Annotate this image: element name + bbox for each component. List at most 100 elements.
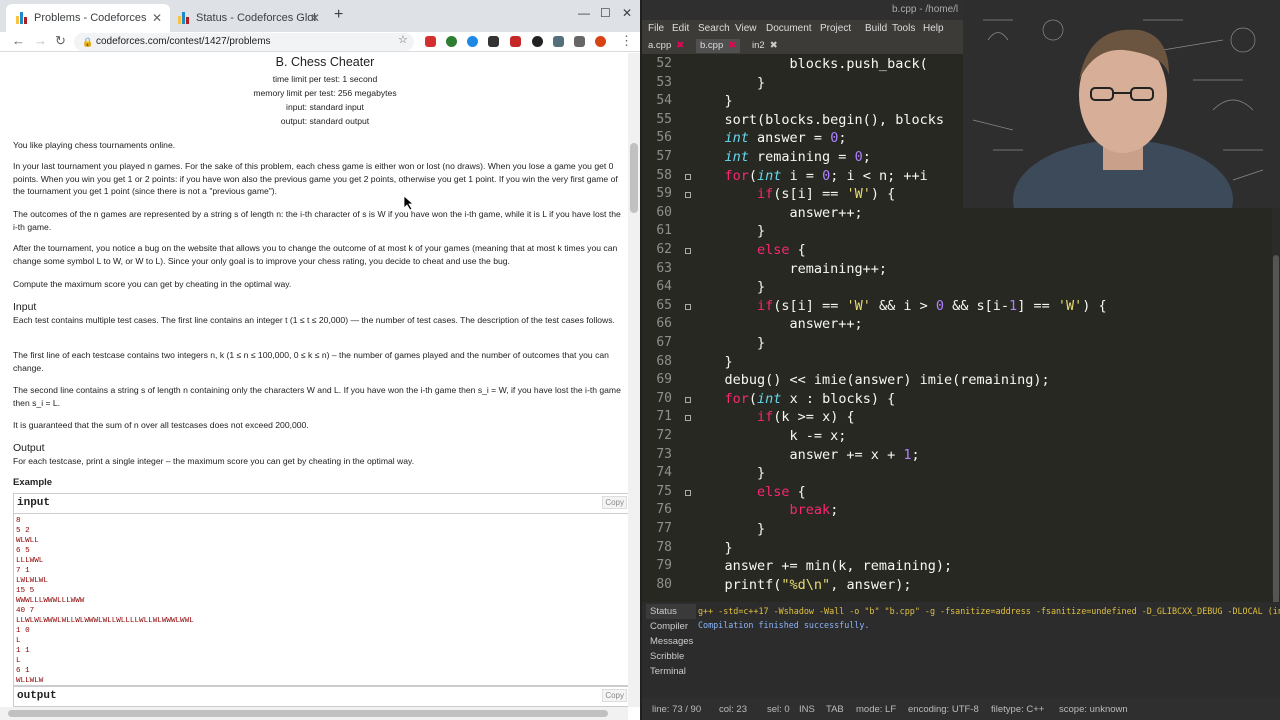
line-number: 76	[656, 502, 672, 518]
fold-marker-icon[interactable]	[685, 192, 691, 199]
fold-marker-icon[interactable]	[685, 173, 691, 180]
github-extension-icon[interactable]	[532, 36, 543, 47]
extensions-puzzle-icon[interactable]	[574, 36, 585, 47]
panel-tab-terminal[interactable]: Terminal	[646, 664, 696, 679]
browser-window: Problems - Codeforces ✕ Status - Codefor…	[0, 0, 640, 720]
browser-tab-problems[interactable]: Problems - Codeforces ✕	[6, 4, 170, 32]
page-vertical-scrollbar[interactable]	[628, 53, 640, 707]
mouse-cursor-icon	[404, 196, 414, 210]
code-line: answer++;	[692, 204, 863, 221]
close-file-icon[interactable]: ✖	[728, 40, 736, 51]
status-col: col: 23	[719, 704, 747, 715]
close-tab-icon[interactable]: ✕	[310, 11, 320, 25]
line-number: 59	[656, 186, 672, 202]
compiler-result: Compilation finished successfully.	[698, 620, 870, 630]
line-number: 78	[656, 539, 672, 555]
adblock-extension-icon[interactable]	[425, 36, 436, 47]
line-number: 57	[656, 149, 672, 164]
line-number: 68	[656, 353, 672, 369]
url-bar[interactable]: 🔒 codeforces.com/contest/1427/problems	[74, 33, 414, 51]
file-tab-a[interactable]: a.cpp ✖	[644, 39, 688, 53]
browser-tab-status[interactable]: Status - Codeforces Glob ✕	[168, 4, 328, 32]
code-line: for(int i = 0; i < n; ++i	[724, 167, 928, 184]
line-number: 74	[656, 465, 672, 481]
menu-file[interactable]: File	[648, 23, 664, 34]
close-file-icon[interactable]: ✖	[770, 40, 778, 51]
fold-marker-icon[interactable]	[685, 396, 691, 403]
code-line: }	[692, 353, 733, 370]
extension-icon[interactable]	[446, 36, 457, 47]
line-number: 80	[656, 576, 672, 592]
file-tab-b[interactable]: b.cpp ✖	[696, 39, 741, 53]
back-arrow-icon[interactable]: ←	[12, 33, 25, 48]
copy-input-button[interactable]: Copy	[602, 496, 627, 509]
panel-tab-scribble[interactable]: Scribble	[646, 649, 696, 664]
extension-icon[interactable]	[488, 36, 499, 47]
input-spec-paragraph: Each test contains multiple test cases. …	[13, 315, 615, 325]
close-file-icon[interactable]: ✖	[676, 40, 684, 51]
statement-paragraph: After the tournament, you notice a bug o…	[13, 243, 618, 266]
maximize-icon[interactable]: ☐	[600, 6, 611, 20]
line-number: 75	[656, 483, 672, 499]
minimize-icon[interactable]: —	[578, 6, 590, 20]
bookmark-star-icon[interactable]: ☆	[398, 33, 408, 46]
editor-statusbar: line: 73 / 90 col: 23 sel: 0 INS TAB mod…	[642, 698, 1280, 720]
input-heading: Input	[13, 301, 37, 313]
file-tab-in2[interactable]: in2 ✖	[748, 39, 782, 53]
page-horizontal-scrollbar[interactable]	[0, 707, 628, 720]
code-line: }	[692, 74, 766, 91]
menu-search[interactable]: Search	[698, 23, 730, 34]
menu-edit[interactable]: Edit	[672, 23, 689, 34]
status-scope: scope: unknown	[1059, 704, 1128, 715]
status-mode: mode: LF	[856, 704, 897, 715]
grammarly-extension-icon[interactable]	[467, 36, 478, 47]
menu-build[interactable]: Build	[865, 23, 887, 34]
sample-input-label: input	[14, 494, 628, 514]
webcam-overlay	[963, 0, 1280, 208]
copy-output-button[interactable]: Copy	[602, 689, 627, 702]
input-spec-paragraph: The first line of each testcase contains…	[13, 350, 609, 373]
menu-tools[interactable]: Tools	[892, 23, 915, 34]
profile-avatar[interactable]	[595, 36, 606, 47]
sample-input-box: input Copy 8 5 2 WLWLL 6 5 LLLWWL 7 1 LW…	[13, 493, 628, 686]
statement-paragraph: Compute the maximum score you can get by…	[13, 279, 292, 289]
fold-marker-icon[interactable]	[685, 415, 691, 422]
menu-view[interactable]: View	[735, 23, 757, 34]
line-number: 70	[656, 390, 672, 406]
codeforces-favicon	[178, 12, 190, 24]
time-limit: time limit per test: 1 second	[272, 74, 378, 84]
kebab-menu-icon[interactable]: ⋮	[620, 33, 633, 49]
output-file: output: standard output	[280, 116, 370, 126]
code-line: int answer = 0;	[724, 130, 847, 147]
fold-marker-icon[interactable]	[685, 248, 691, 254]
memory-limit: memory limit per test: 256 megabytes	[253, 88, 397, 98]
fold-marker-icon[interactable]	[685, 303, 691, 310]
extension-icon[interactable]	[553, 36, 564, 47]
tab-title: Status - Codeforces Glob	[196, 12, 316, 24]
extension-icon[interactable]	[510, 36, 521, 47]
panel-tab-status[interactable]: Status	[646, 604, 696, 619]
status-tab: TAB	[826, 704, 844, 715]
example-heading: Example	[13, 477, 53, 488]
output-spec-paragraph: For each testcase, print a single intege…	[13, 456, 415, 466]
forward-arrow-icon[interactable]: →	[34, 33, 47, 48]
line-number: 67	[656, 335, 672, 350]
panel-tab-compiler[interactable]: Compiler	[646, 619, 696, 634]
status-sel: sel: 0	[767, 704, 790, 715]
problem-page: B. Chess Cheater time limit per test: 1 …	[0, 53, 628, 707]
close-window-icon[interactable]: ✕	[622, 6, 632, 20]
menu-project[interactable]: Project	[820, 23, 851, 34]
panel-tab-messages[interactable]: Messages	[646, 634, 696, 649]
fold-marker-icon[interactable]	[685, 489, 691, 496]
input-file: input: standard input	[286, 102, 364, 112]
code-line: }	[692, 223, 766, 240]
code-line: else {	[757, 242, 806, 258]
line-number: 71	[656, 409, 672, 425]
new-tab-icon[interactable]: +	[334, 6, 343, 24]
menu-help[interactable]: Help	[923, 23, 944, 34]
file-tab-label: in2	[752, 40, 765, 51]
menu-document[interactable]: Document	[766, 23, 812, 34]
close-tab-icon[interactable]: ✕	[152, 11, 162, 25]
reload-icon[interactable]: ↻	[55, 33, 66, 49]
statement-paragraph: You like playing chess tournaments onlin…	[13, 140, 176, 150]
